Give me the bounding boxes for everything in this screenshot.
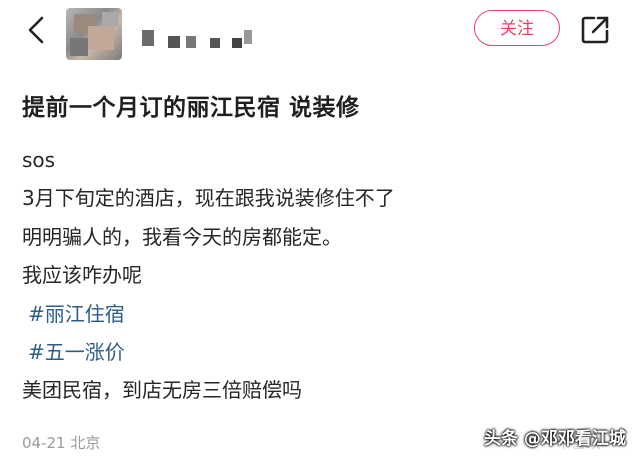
share-icon [581,16,609,44]
post-line-2: 3月下旬定的酒店，现在跟我说装修住不了 [22,186,395,210]
back-button[interactable] [18,10,58,50]
post-line-1: sos [22,148,56,172]
post-line-4: 我应该咋办呢 [22,263,142,287]
post-meta: 04-21 北京 [22,434,101,452]
post-line-3: 明明骗人的，我看今天的房都能定。 [22,225,342,249]
watermark: 头条 @邓邓看江城 [484,429,626,449]
post-title: 提前一个月订的丽江民宿 说装修 [22,95,360,121]
username-redacted[interactable] [132,30,262,48]
follow-button[interactable]: 关注 [474,10,560,46]
top-bar: 关注 [0,0,640,62]
hashtag-link[interactable]: #丽江住宿 [28,298,125,327]
chevron-left-icon [28,16,44,44]
share-button[interactable] [578,13,612,47]
post-detail-page: 关注 提前一个月订的丽江民宿 说装修 sos 3月下旬定的酒店，现在跟我说装修住… [0,0,640,458]
hashtag-link[interactable]: #五一涨价 [28,336,125,365]
post-line-5: 美团民宿，到店无房三倍赔偿吗 [22,378,302,402]
avatar[interactable] [66,8,122,60]
